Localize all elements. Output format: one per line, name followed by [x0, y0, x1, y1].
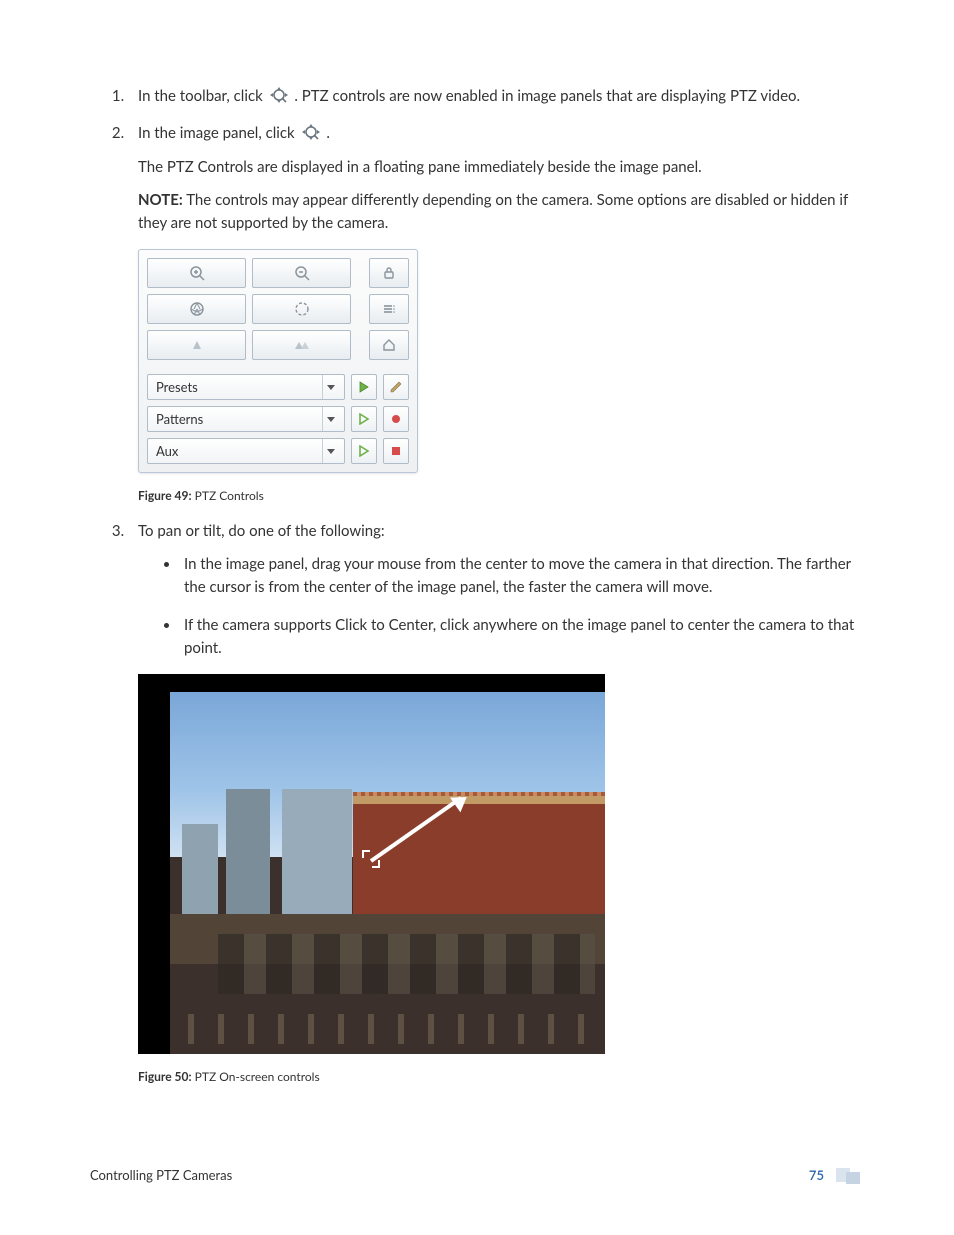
chevron-down-icon	[322, 439, 338, 463]
aux-stop-button[interactable]	[383, 438, 409, 464]
patterns-dropdown[interactable]: Patterns	[147, 406, 345, 432]
zoom-in-button[interactable]	[147, 258, 246, 288]
step2-p1: The PTZ Controls are displayed in a floa…	[138, 156, 864, 179]
chevron-down-icon	[322, 375, 338, 399]
patterns-label: Patterns	[156, 409, 203, 429]
step-3: To pan or tilt, do one of the following:…	[128, 520, 864, 1087]
step-1: In the toolbar, click . PTZ controls are…	[128, 85, 864, 108]
step2-text-post: .	[326, 124, 330, 142]
patterns-row: Patterns	[147, 406, 409, 432]
preset-edit-button[interactable]	[383, 374, 409, 400]
focus-near-button[interactable]	[147, 330, 246, 360]
step3-sub-a: In the image panel, drag your mouse from…	[180, 553, 864, 600]
note-text: The controls may appear differently depe…	[138, 191, 848, 232]
note-label: NOTE:	[138, 191, 183, 209]
presets-dropdown[interactable]: Presets	[147, 374, 345, 400]
footer-logo-icon	[836, 1166, 864, 1184]
step2-note: NOTE: The controls may appear differentl…	[138, 189, 864, 236]
preset-go-button[interactable]	[351, 374, 377, 400]
zoom-out-button[interactable]	[252, 258, 351, 288]
figure-50-text: PTZ On-screen controls	[195, 1069, 320, 1084]
pattern-play-button[interactable]	[351, 406, 377, 432]
figure-50: Figure 50: PTZ On-screen controls	[138, 674, 864, 1087]
ptz-onscreen-image	[138, 674, 605, 1054]
aux-row: Aux	[147, 438, 409, 464]
step3-sub-b: If the camera supports Click to Center, …	[180, 614, 864, 661]
footer-title: Controlling PTZ Cameras	[90, 1165, 232, 1185]
step2-text-pre: In the image panel, click	[138, 124, 299, 142]
ptz-toolbar-icon	[267, 86, 291, 104]
figure-50-label: Figure 50:	[138, 1069, 192, 1084]
figure-49: Presets	[138, 249, 864, 506]
step1-text-pre: In the toolbar, click	[138, 87, 267, 105]
aux-label: Aux	[156, 441, 178, 461]
home-button[interactable]	[369, 330, 409, 360]
presets-row: Presets	[147, 374, 409, 400]
chevron-down-icon	[322, 407, 338, 431]
menu-button[interactable]	[369, 294, 409, 324]
aux-dropdown[interactable]: Aux	[147, 438, 345, 464]
footer-page-number: 75	[809, 1165, 824, 1185]
figure-50-caption: Figure 50: PTZ On-screen controls	[138, 1068, 864, 1087]
iris-close-button[interactable]	[252, 294, 351, 324]
ptz-controls-panel: Presets	[138, 249, 418, 473]
pattern-record-button[interactable]	[383, 406, 409, 432]
step1-text-post: . PTZ controls are now enabled in image …	[294, 87, 800, 105]
aux-play-button[interactable]	[351, 438, 377, 464]
figure-49-caption: Figure 49: PTZ Controls	[138, 487, 864, 506]
figure-49-text: PTZ Controls	[195, 488, 264, 503]
presets-label: Presets	[156, 377, 198, 397]
lock-button[interactable]	[369, 258, 409, 288]
iris-open-button[interactable]	[147, 294, 246, 324]
figure-49-label: Figure 49:	[138, 488, 192, 503]
ptz-panel-icon	[299, 123, 323, 141]
page-footer: Controlling PTZ Cameras 75	[90, 1165, 864, 1185]
focus-far-button[interactable]	[252, 330, 351, 360]
step-2: In the image panel, click . The PT	[128, 122, 864, 506]
step3-intro: To pan or tilt, do one of the following:	[138, 522, 385, 540]
